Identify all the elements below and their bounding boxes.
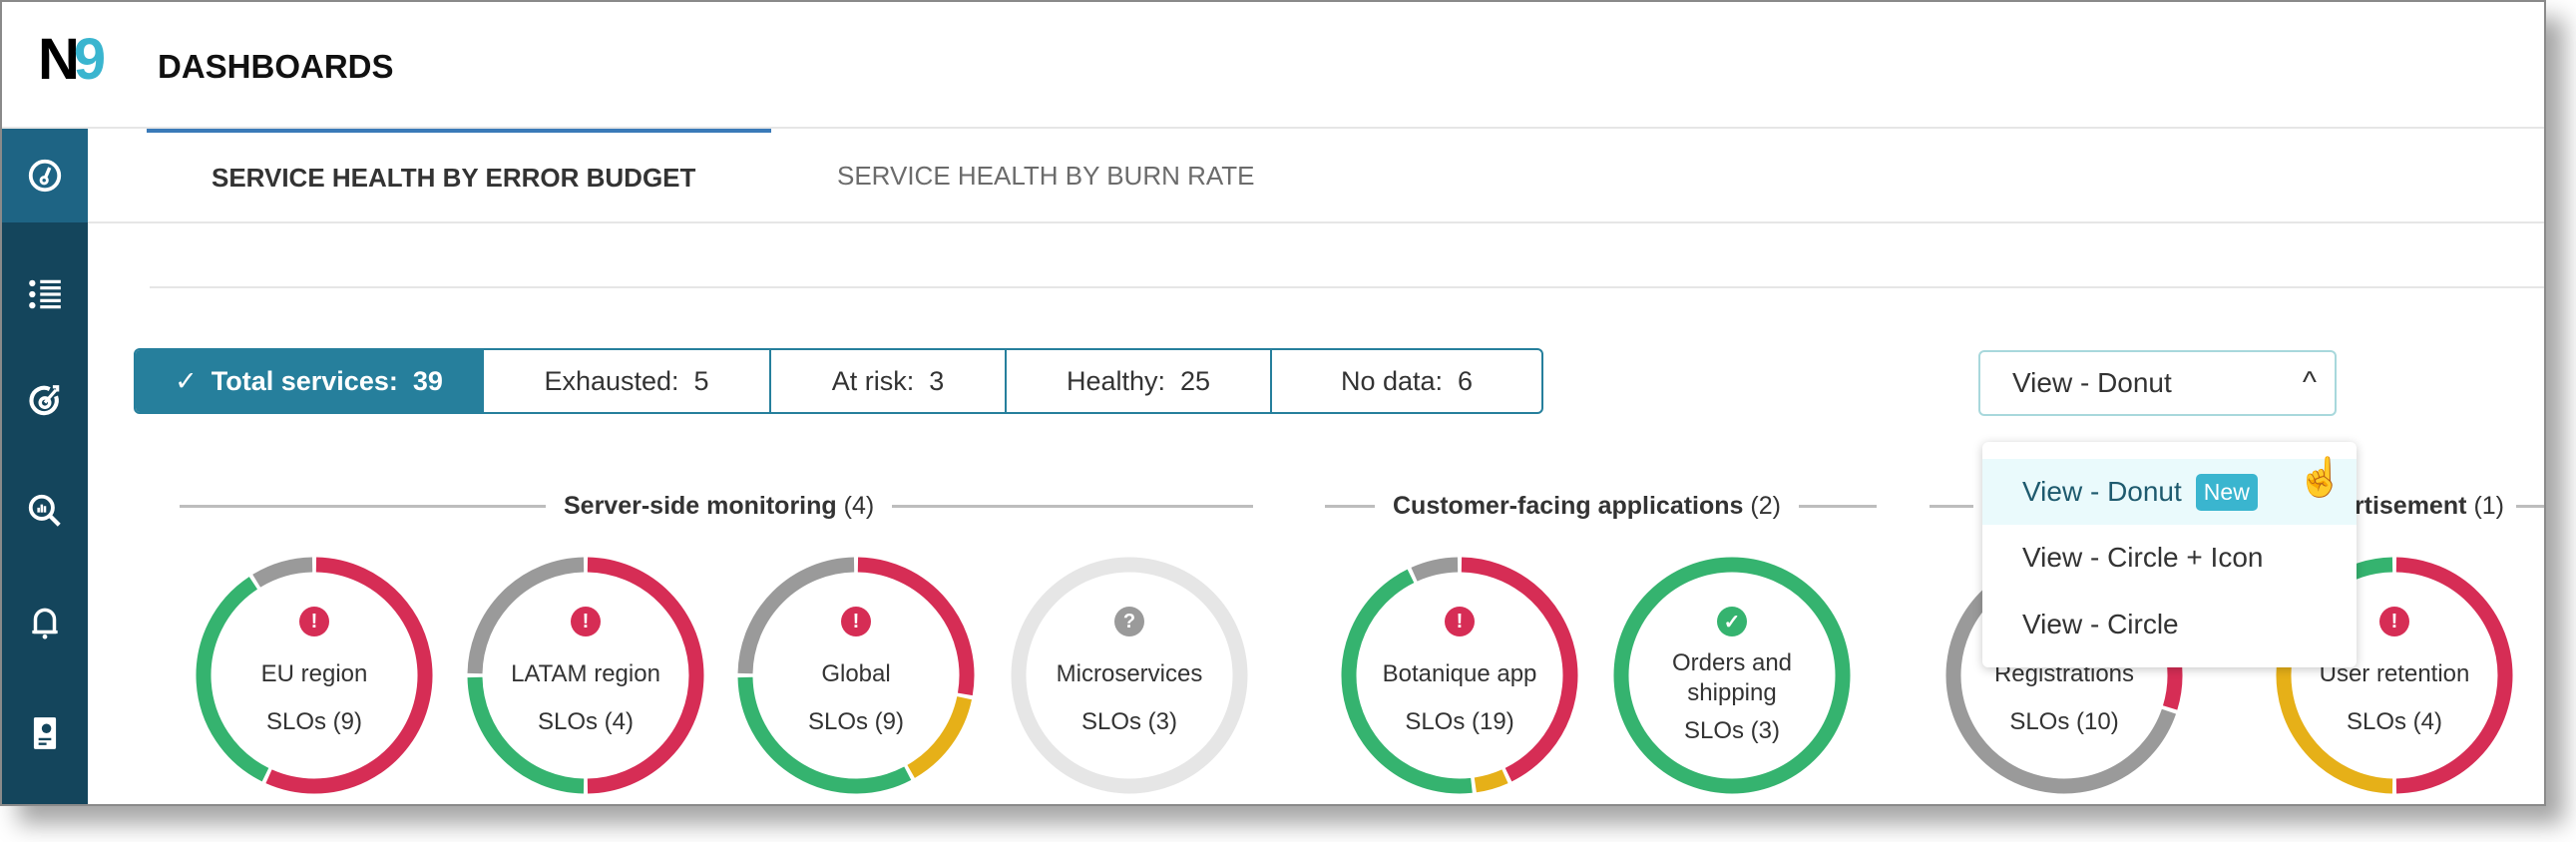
divider [1930, 504, 1973, 508]
status-filter: ✓ Total services: 39 Exhausted: 5 At risk… [134, 348, 1543, 414]
donut-segment-no-data [737, 557, 855, 674]
group-title: Server-side monitoring (4) [564, 491, 875, 520]
donut-segment-no-data [1411, 557, 1459, 582]
sidebar-item-alerts[interactable] [2, 576, 88, 669]
question-icon: ? [1114, 607, 1144, 636]
service-donut[interactable]: ? Microservices SLOs (3) [1010, 556, 1249, 795]
group-customer-facing: Customer-facing applications (2) [1325, 489, 1877, 523]
exclamation-icon: ! [571, 607, 601, 636]
sidebar-item-list[interactable] [2, 247, 88, 341]
slo-count: SLOs (4) [537, 708, 635, 735]
service-name: EU region [260, 660, 368, 687]
new-badge: New [2195, 473, 2258, 511]
service-name: Orders and shipping [1671, 649, 1793, 706]
target-icon [29, 385, 60, 416]
group-count: (1) [2473, 491, 2504, 520]
divider [2516, 504, 2544, 508]
filter-total[interactable]: ✓ Total services: 39 [136, 350, 482, 412]
exclamation-icon: ! [2379, 607, 2409, 636]
donut-segment-no-data [252, 557, 313, 588]
divider [180, 504, 546, 508]
view-select[interactable]: View - Donut ^ [1978, 350, 2337, 416]
bell-icon [32, 608, 58, 639]
divider [1325, 504, 1375, 508]
slo-count: SLOs (10) [2009, 708, 2119, 735]
list-icon [29, 279, 61, 309]
sidebar-item-analytics[interactable] [2, 464, 88, 558]
sidebar [2, 129, 88, 804]
service-donut[interactable]: ! Botanique app SLOs (19) [1340, 556, 1579, 795]
divider [150, 286, 2544, 288]
slo-count: SLOs (3) [1080, 708, 1178, 735]
slo-count: SLOs (9) [807, 708, 905, 735]
tab-burn-rate[interactable]: SERVICE HEALTH BY BURN RATE [837, 129, 1255, 223]
slo-count: SLOs (19) [1405, 708, 1514, 735]
check-icon: ✓ [1717, 607, 1747, 636]
divider [892, 504, 1254, 508]
service-name: Global [821, 660, 891, 687]
slo-count: SLOs (4) [2346, 708, 2443, 735]
filter-at-risk[interactable]: At risk: 3 [769, 350, 1005, 412]
filter-no-data[interactable]: No data: 6 [1270, 350, 1541, 412]
service-name: LATAM region [511, 660, 660, 687]
search-analytics-icon [28, 494, 61, 527]
sidebar-item-slo[interactable] [2, 354, 88, 448]
tab-error-budget[interactable]: SERVICE HEALTH BY ERROR BUDGET [147, 129, 771, 223]
service-name: Microservices [1056, 660, 1203, 687]
menu-item-label: View - Donut [2022, 476, 2182, 507]
service-donut[interactable]: ! Global SLOs (9) [736, 556, 976, 795]
gauge-icon [28, 159, 62, 193]
page-title: DASHBOARDS [158, 48, 394, 85]
exclamation-icon: ! [299, 607, 329, 636]
sidebar-item-dashboards[interactable] [2, 129, 88, 222]
hand-cursor-icon: ☝ [2297, 457, 2345, 499]
donut-segment-at-risk [1474, 769, 1508, 793]
service-donut[interactable]: ! LATAM region SLOs (4) [466, 556, 705, 795]
menu-item-circle-icon[interactable]: View - Circle + Icon [1982, 525, 2357, 591]
app-window: N9 DASHBOARDS SERVICE HEALTH BY ERROR BU… [0, 0, 2546, 806]
slo-count: SLOs (3) [1683, 717, 1781, 744]
service-name: Botanique app [1382, 660, 1537, 687]
donut-segment-no-data [467, 557, 585, 674]
filter-healthy[interactable]: Healthy: 25 [1005, 350, 1270, 412]
exclamation-icon: ! [1445, 607, 1475, 636]
n9-logo[interactable]: N9 [38, 31, 106, 89]
group-server-side: Server-side monitoring (4) [180, 489, 1254, 523]
slo-count: SLOs (9) [265, 708, 363, 735]
sidebar-item-reports[interactable] [2, 686, 88, 780]
service-donut[interactable]: ! EU region SLOs (9) [195, 556, 434, 795]
check-icon: ✓ [175, 365, 198, 396]
header: N9 DASHBOARDS [2, 2, 2544, 129]
menu-item-circle[interactable]: View - Circle [1982, 592, 2357, 657]
exclamation-icon: ! [841, 607, 871, 636]
view-select-value: View - Donut [2012, 367, 2172, 398]
filter-total-label: Total services: 39 [211, 365, 443, 396]
filter-exhausted[interactable]: Exhausted: 5 [482, 350, 769, 412]
chevron-up-icon: ^ [2302, 366, 2317, 399]
group-title: Customer-facing applications (2) [1393, 491, 1781, 520]
tab-bar: SERVICE HEALTH BY ERROR BUDGET SERVICE H… [88, 129, 2544, 223]
divider [1798, 504, 1877, 508]
report-icon [33, 717, 57, 749]
service-donut[interactable]: ✓ Orders and shipping SLOs (3) [1612, 556, 1852, 795]
